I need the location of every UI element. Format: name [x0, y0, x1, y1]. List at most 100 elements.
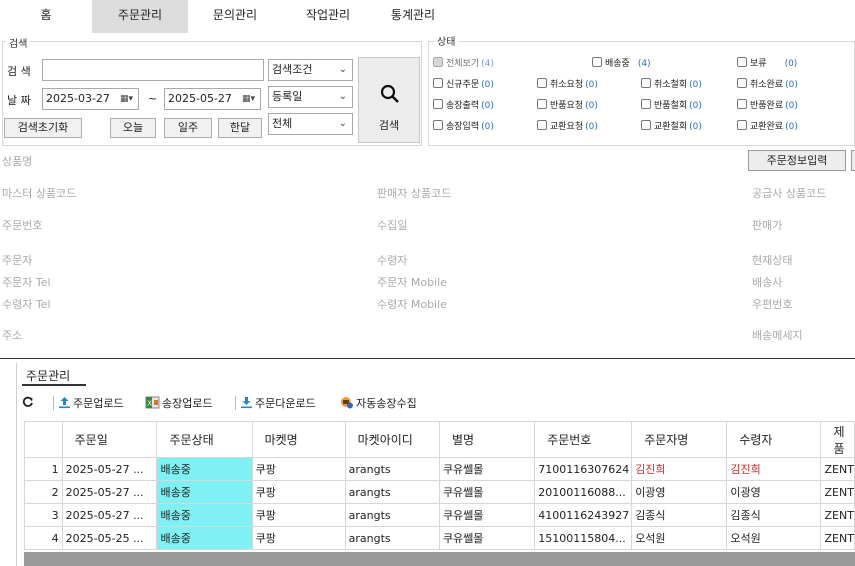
delivery-message-label: 배송메세지: [752, 329, 803, 342]
section-divider: [0, 358, 855, 359]
column-header-product[interactable]: 제품: [820, 421, 855, 458]
supplier-product-code-label: 공급사 상품코드: [752, 187, 827, 200]
column-header-order-date[interactable]: 주문일: [61, 421, 158, 458]
date-from-picker[interactable]: 2025-03-27 ▦▾: [42, 88, 139, 110]
panel-tab-underline: [22, 384, 86, 386]
status-checkbox-cancel-request[interactable]: 취소요청 (0): [537, 78, 598, 92]
row-index: 1: [24, 457, 63, 481]
search-button[interactable]: 검색: [358, 57, 420, 143]
today-button[interactable]: 오늘: [110, 118, 156, 138]
column-header-order-number[interactable]: 주문번호: [534, 421, 633, 458]
chevron-down-icon: ⌄: [338, 64, 347, 75]
cell-order-number: 20100116088...: [534, 480, 633, 504]
status-checkbox-cancel-complete[interactable]: 취소완료 (0): [737, 78, 798, 92]
date-label: 날 짜: [7, 94, 31, 107]
status-checkbox-exchange-complete[interactable]: 교환완료 (0): [737, 120, 798, 134]
keyword-label: 검 색: [7, 65, 31, 78]
panel-tab-order-management[interactable]: 주문관리: [26, 367, 70, 384]
cell-nickname: 쿠유쎌몰: [438, 526, 536, 550]
cell-orderer-name: 김종식: [631, 503, 728, 527]
receiver-label: 수령자: [377, 254, 408, 267]
column-header-orderer-name[interactable]: 주문자명: [631, 421, 728, 458]
nav-tab-inquiry-management[interactable]: 문의관리: [200, 0, 270, 33]
cell-order-date: 2025-05-27 ...: [61, 503, 158, 527]
date-from-value: 2025-03-27: [46, 92, 110, 105]
date-to-picker[interactable]: 2025-05-27 ▦▾: [164, 88, 261, 110]
checkbox-icon: [641, 120, 651, 130]
table-row[interactable]: 4 2025-05-25 ... 배송중 쿠팡 arangts 쿠유쎌몰 151…: [24, 526, 855, 550]
cell-receiver: 김종식: [726, 503, 822, 527]
all-filter-select[interactable]: 전체 ⌄: [268, 113, 353, 135]
status-legend: 상태: [434, 33, 459, 48]
cell-order-status: 배송중: [156, 480, 253, 504]
calendar-dropdown-icon: ▦▾: [241, 94, 255, 104]
calendar-dropdown-icon: ▦▾: [119, 94, 133, 104]
column-header-order-status[interactable]: 주문상태: [156, 421, 253, 458]
nav-tab-task-management[interactable]: 작업관리: [290, 0, 366, 33]
reset-search-button[interactable]: 검색초기화: [4, 118, 82, 138]
status-checkbox-invoice-print[interactable]: 송장출력 (0): [433, 99, 494, 113]
checkbox-icon: [641, 78, 651, 88]
status-checkbox-return-complete[interactable]: 반품완료 (0): [737, 99, 798, 113]
cell-market-id: arangts: [344, 503, 440, 527]
cell-order-number: 15100115804...: [534, 526, 633, 550]
grid-empty-area: [24, 552, 855, 566]
status-checkbox-cancel-withdraw[interactable]: 취소철회 (0): [641, 78, 702, 92]
download-icon: [241, 397, 252, 409]
status-checkbox-return-request[interactable]: 반품요청 (0): [537, 99, 598, 113]
address-label: 주소: [2, 329, 23, 342]
auto-invoice-collect-button[interactable]: 자동송장수집: [340, 396, 417, 411]
cell-market-name: 쿠팡: [251, 457, 346, 481]
keyword-input[interactable]: [42, 59, 264, 81]
column-header-receiver[interactable]: 수령자: [726, 421, 822, 458]
cell-nickname: 쿠유쎌몰: [438, 480, 536, 504]
status-checkbox-return-withdraw[interactable]: 반품철회 (0): [641, 99, 702, 113]
date-to-value: 2025-05-27: [168, 92, 232, 105]
current-status-label: 현재상태: [752, 254, 793, 267]
checkbox-icon: [433, 99, 443, 109]
nav-tab-order-management[interactable]: 주문관리: [92, 0, 188, 33]
month-button[interactable]: 한달: [218, 118, 262, 138]
order-upload-button[interactable]: 주문업로드: [58, 396, 124, 411]
invoice-upload-button[interactable]: X 송장업로드: [145, 396, 213, 411]
orderer-mobile-label: 주문자 Mobile: [377, 276, 447, 289]
refresh-button[interactable]: [22, 396, 36, 410]
cell-order-status: 배송중: [156, 503, 253, 527]
status-checkbox-new-order[interactable]: 신규주문 (0): [433, 78, 494, 92]
extra-button[interactable]: [851, 150, 855, 171]
nav-tab-statistics-management[interactable]: 통계관리: [375, 0, 451, 33]
status-checkbox-exchange-withdraw[interactable]: 교환철회 (0): [641, 120, 702, 134]
search-button-label: 검색: [378, 119, 400, 132]
order-download-button[interactable]: 주문다운로드: [240, 396, 316, 411]
status-checkbox-shipping[interactable]: 배송중 (4): [592, 57, 651, 71]
search-legend: 검색: [6, 35, 31, 50]
column-header-market-name[interactable]: 마켓명: [251, 421, 346, 458]
column-header-market-id[interactable]: 마켓아이디: [344, 421, 440, 458]
row-index: 2: [24, 480, 63, 504]
checkbox-icon: [737, 120, 747, 130]
table-header-row: 주문일 주문상태 마켓명 마켓아이디 별명 주문번호 주문자명 수령자 제품: [24, 421, 855, 458]
cell-product: ZENT: [820, 480, 855, 504]
top-nav: 홈 주문관리 문의관리 작업관리 통계관리: [0, 0, 855, 33]
nav-tab-home[interactable]: 홈: [0, 0, 92, 33]
cell-order-date: 2025-05-27 ...: [61, 457, 158, 481]
date-type-select[interactable]: 등록일 ⌄: [268, 86, 353, 108]
table-row[interactable]: 3 2025-05-27 ... 배송중 쿠팡 arangts 쿠유쎌몰 410…: [24, 503, 855, 527]
status-checkbox-hold[interactable]: 보류 (0): [737, 57, 797, 71]
order-info-input-button[interactable]: 주문정보입력: [748, 150, 846, 171]
checkbox-icon: [592, 57, 602, 67]
upload-icon: [59, 397, 70, 409]
status-checkbox-exchange-request[interactable]: 교환요청 (0): [537, 120, 598, 134]
receiver-mobile-label: 수령자 Mobile: [377, 298, 447, 311]
cell-order-status: 배송중: [156, 457, 253, 481]
status-checkbox-invoice-input[interactable]: 송장입력 (0): [433, 120, 494, 134]
row-index: 4: [24, 526, 63, 550]
table-row[interactable]: 2 2025-05-27 ... 배송중 쿠팡 arangts 쿠유쎌몰 201…: [24, 480, 855, 504]
checkbox-icon: [433, 120, 443, 130]
table-row[interactable]: 1 2025-05-27 ... 배송중 쿠팡 arangts 쿠유쎌몰 710…: [24, 457, 855, 481]
status-checkbox-all[interactable]: 전체보기 (4): [433, 57, 494, 71]
search-condition-select[interactable]: 검색조건 ⌄: [268, 59, 353, 81]
column-header-nickname[interactable]: 별명: [438, 421, 536, 458]
checkbox-icon: [537, 120, 547, 130]
week-button[interactable]: 일주: [164, 118, 212, 138]
